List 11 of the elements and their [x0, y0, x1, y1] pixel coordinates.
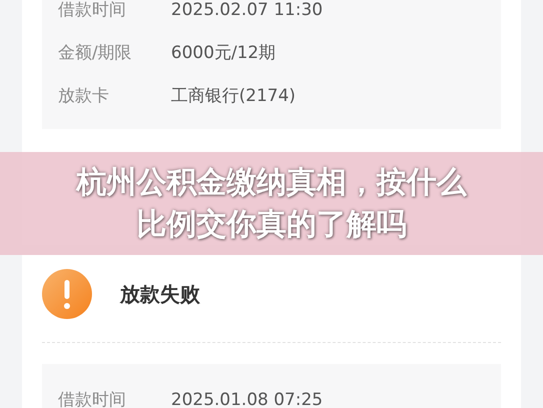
field-value: 2025.01.08 07:25	[171, 390, 323, 408]
banner-title: 杭州公积金缴纳真相，按什么 比例交你真的了解吗	[76, 164, 466, 244]
field-value: 2025.02.07 11:30	[171, 0, 323, 20]
field-label: 金额/期限	[58, 42, 133, 64]
warning-icon	[42, 269, 92, 319]
field-label: 借款时间	[58, 0, 127, 21]
field-label: 借款时间	[58, 389, 127, 408]
field-value: 6000元/12期	[171, 42, 276, 64]
field-value: 工商银行(2174)	[171, 85, 296, 107]
status-title: 放款失败	[120, 280, 200, 308]
field-label: 放款卡	[58, 85, 110, 107]
